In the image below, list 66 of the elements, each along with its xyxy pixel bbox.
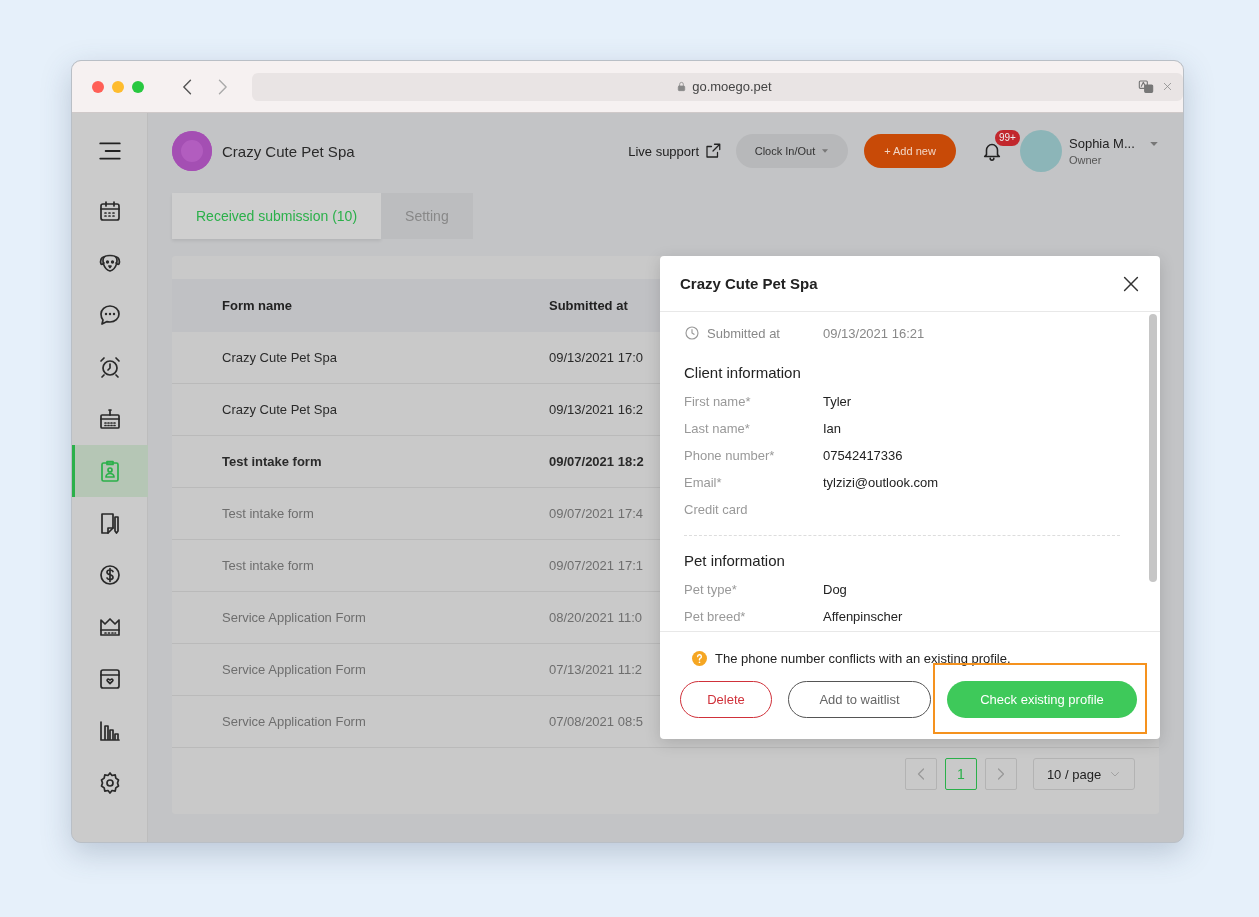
field-label: Pet breed* — [684, 609, 747, 624]
table-cell-text: Crazy Cute Pet Spa — [221, 350, 338, 365]
clock-in-out-button[interactable]: Clock In/Out — [736, 134, 848, 168]
page-size-select[interactable]: 10 / page — [1033, 758, 1135, 790]
user-role: Owner — [1069, 154, 1103, 166]
field-value: Tyler — [823, 394, 852, 409]
section-title: Pet information — [684, 552, 786, 571]
field-label: Pet type* — [684, 582, 738, 597]
clock-icon — [684, 325, 700, 341]
crown-icon — [97, 615, 122, 639]
business-logo — [172, 131, 212, 171]
table-cell: 07/13/2021 11:2 — [549, 662, 642, 677]
table-cell: 07/08/2021 08:5 — [549, 714, 643, 729]
table-cell: 09/13/2021 16:2 — [549, 402, 643, 417]
table-cell-text: Crazy Cute Pet Spa — [221, 402, 338, 417]
field-value: Dog — [823, 582, 847, 597]
scrollbar-thumb[interactable] — [1149, 314, 1157, 582]
table-cell: 09/07/2021 17:4 — [549, 506, 643, 521]
table-cell: 09/07/2021 18:2 — [549, 454, 644, 469]
section-title: Client information — [684, 364, 802, 383]
table-cell: 08/20/2021 11:0 — [549, 610, 642, 625]
business-name: Crazy Cute Pet Spa — [222, 142, 355, 160]
field-label: Email* — [684, 475, 723, 490]
close-window-button[interactable] — [92, 80, 104, 93]
dialog-title: Crazy Cute Pet Spa — [680, 275, 818, 292]
field-value: 09/13/2021 16:21 — [823, 325, 925, 341]
field-value: 07542417336 — [823, 448, 903, 463]
field-value: tylzizi@outlook.com — [823, 475, 939, 490]
calendar-icon — [97, 199, 122, 223]
dollar-coin-icon — [97, 563, 122, 587]
notification-badge: 99+ — [995, 130, 1020, 146]
table-cell: 09/13/2021 17:0 — [549, 350, 643, 365]
calendar-grid-icon — [97, 407, 122, 431]
caret-icon[interactable] — [1149, 139, 1159, 149]
table-cell-text: Service Application Form — [221, 662, 367, 677]
field-label: First name* — [684, 394, 752, 409]
field-value: Affenpinscher — [823, 609, 903, 624]
table-cell-text: Test intake form — [221, 558, 315, 573]
warning-icon — [692, 651, 707, 666]
chat-bubble-icon — [97, 303, 122, 327]
table-cell-text: Service Application Form — [221, 714, 367, 729]
address-bar[interactable]: go.moego.pet — [251, 72, 1183, 101]
live-support-link[interactable]: Live support — [628, 142, 722, 160]
translate-icon — [1136, 78, 1156, 95]
bar-chart-icon — [97, 719, 122, 743]
field-label: Last name* — [684, 421, 751, 436]
field-value: Ian — [823, 421, 842, 436]
url-text: go.moego.pet — [692, 79, 772, 94]
column-header: Submitted at — [549, 298, 628, 313]
field-label: Credit card — [684, 502, 749, 517]
warning-message: The phone number conflicts with an existing profile. — [715, 651, 1011, 666]
add-new-button[interactable]: + Add new — [864, 134, 956, 168]
table-cell-text: Test intake form — [221, 506, 315, 521]
column-header: Form name — [221, 298, 294, 313]
lock-icon — [676, 81, 688, 92]
field-label: Submitted at — [707, 325, 781, 341]
table-cell-text: Service Application Form — [221, 610, 367, 625]
caret-icon — [821, 147, 830, 155]
table-cell: 09/07/2021 17:1 — [549, 558, 643, 573]
field-label: Phone number* — [684, 448, 776, 463]
external-link-icon — [704, 142, 722, 160]
table-cell-text: Test intake form — [221, 454, 323, 469]
delete-button[interactable]: Delete — [680, 681, 772, 718]
add-to-waitlist-button[interactable]: Add to waitlist — [788, 681, 931, 718]
alarm-clock-icon — [97, 355, 122, 379]
user-name[interactable]: Sophia M... — [1069, 136, 1149, 151]
